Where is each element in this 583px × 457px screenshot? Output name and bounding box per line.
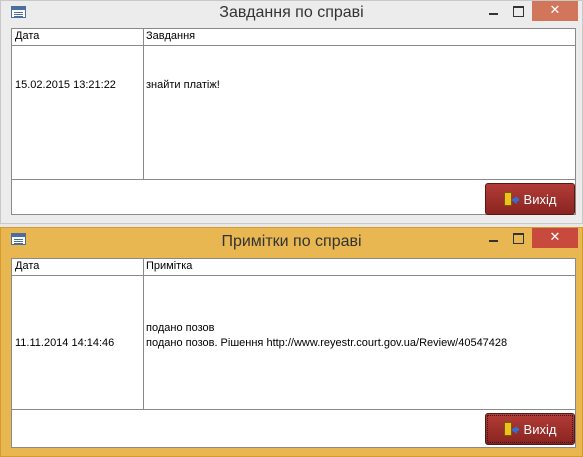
notes-titlebar[interactable]: Примітки по справі ✕ [1, 228, 582, 254]
column-divider [143, 29, 144, 179]
minimize-icon [488, 13, 498, 15]
maximize-icon [512, 233, 524, 244]
task-date[interactable]: 15.02.2015 13:21:22 [15, 78, 116, 93]
column-divider [143, 259, 144, 409]
notes-window: Примітки по справі ✕ Дата Примітка 11.11… [0, 227, 583, 457]
column-header-date: Дата [15, 260, 40, 272]
exit-door-icon [503, 192, 519, 206]
minimize-icon [488, 240, 498, 242]
tasks-window: Завдання по справі ✕ Дата Завдання 15.02… [0, 0, 583, 224]
column-header-date: Дата [15, 30, 40, 42]
notes-table: Дата Примітка 11.11.2014 14:14:46 подано… [11, 258, 576, 448]
exit-door-icon [503, 422, 519, 436]
minimize-button[interactable] [481, 1, 505, 21]
close-button[interactable]: ✕ [532, 1, 578, 21]
table-header: Дата Завдання [12, 29, 575, 46]
maximize-icon [512, 6, 524, 17]
row-divider [12, 179, 575, 180]
tasks-titlebar[interactable]: Завдання по справі ✕ [1, 1, 582, 27]
exit-button-label: Вихід [523, 421, 557, 437]
row-divider [12, 409, 575, 410]
task-text[interactable]: знайти платіж! [146, 78, 220, 93]
column-header-note: Примітка [146, 260, 193, 272]
minimize-button[interactable] [481, 228, 505, 248]
note-line-1[interactable]: подано позов [146, 321, 214, 336]
close-button[interactable]: ✕ [532, 228, 578, 248]
exit-button[interactable]: Вихід [485, 413, 575, 445]
note-date[interactable]: 11.11.2014 14:14:46 [15, 336, 114, 351]
exit-button-label: Вихід [523, 191, 557, 207]
exit-button[interactable]: Вихід [485, 183, 575, 215]
tasks-table: Дата Завдання 15.02.2015 13:21:22 знайти… [11, 28, 576, 215]
maximize-button[interactable] [506, 1, 530, 21]
column-header-task: Завдання [146, 30, 196, 42]
table-header: Дата Примітка [12, 259, 575, 276]
note-line-2[interactable]: подано позов. Рішення http://www.reyestr… [146, 336, 507, 351]
maximize-button[interactable] [506, 228, 530, 248]
